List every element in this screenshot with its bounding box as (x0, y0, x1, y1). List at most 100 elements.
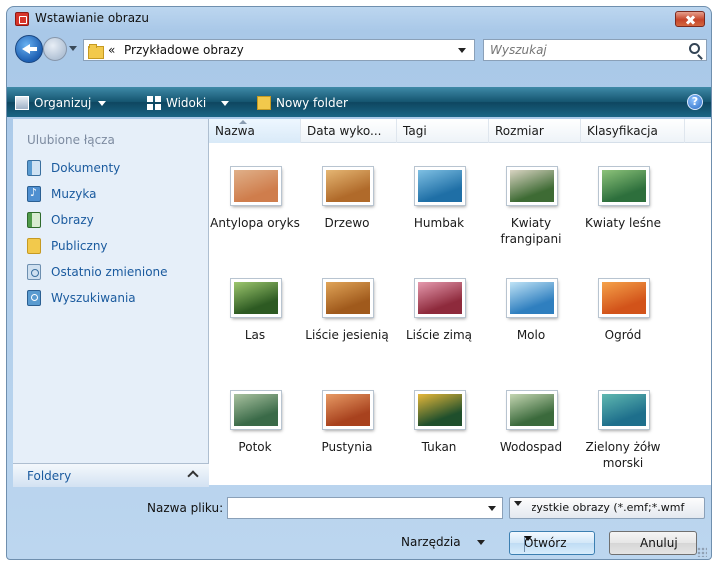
file-item[interactable]: Molo (485, 267, 577, 371)
pictures-icon (27, 212, 41, 228)
filename-label: Nazwa pliku: (147, 501, 224, 515)
nav-item-music[interactable]: Muzyka (27, 185, 96, 203)
navigation-pane: Ulubione łącza Dokumenty Muzyka Obrazy P… (13, 119, 209, 485)
file-name: Kwiaty leśne (585, 216, 661, 230)
file-item[interactable]: Drzewo (301, 155, 393, 259)
forward-button[interactable] (43, 37, 67, 61)
file-name: Pustynia (321, 440, 373, 454)
file-item[interactable]: Antylopa oryks (209, 155, 301, 259)
chevron-down-icon (476, 539, 485, 545)
nav-item-label: Obrazy (51, 213, 94, 227)
file-name: Molo (516, 328, 546, 342)
new-folder-button[interactable]: Nowy folder (257, 94, 348, 112)
nav-item-label: Wyszukiwania (51, 291, 136, 305)
column-header-size[interactable]: Rozmiar (489, 119, 581, 143)
help-icon[interactable]: ? (687, 94, 703, 110)
cancel-label: Anuluj (640, 536, 678, 550)
file-item[interactable]: Liście jesienią (301, 267, 393, 371)
documents-icon (27, 160, 41, 176)
nav-item-searches[interactable]: Wyszukiwania (27, 289, 136, 307)
new-folder-label: Nowy folder (276, 96, 348, 110)
address-dropdown-icon[interactable] (458, 48, 466, 53)
chevron-down-icon (514, 501, 522, 506)
column-header-date[interactable]: Data wyko... (301, 119, 397, 143)
file-item[interactable]: Pustynia (301, 379, 393, 483)
file-list: Nazwa Data wyko... Tagi Rozmiar Klasyfik… (209, 119, 711, 485)
nav-item-public[interactable]: Publiczny (27, 237, 108, 255)
image-thumbnail (323, 279, 373, 317)
cancel-button[interactable]: Anuluj (609, 531, 697, 555)
views-label: Widoki (166, 96, 207, 110)
image-thumbnail (507, 391, 557, 429)
file-item[interactable]: Zielony żółw morski (577, 379, 669, 483)
breadcrumb[interactable]: Przykładowe obrazy (124, 43, 244, 57)
file-item[interactable]: Tukan (393, 379, 485, 483)
nav-item-label: Muzyka (51, 187, 97, 201)
views-button[interactable]: Widoki (147, 94, 230, 112)
image-thumbnail (415, 391, 465, 429)
tools-button[interactable]: Narzędzia (401, 535, 485, 549)
organize-button[interactable]: Organizuj (15, 94, 107, 112)
views-icon (147, 96, 161, 110)
file-name: Zielony żółw morski (585, 440, 661, 470)
file-name: Antylopa oryks (210, 216, 300, 230)
image-thumbnail (507, 167, 557, 205)
app-icon (15, 12, 29, 26)
favorite-links-heading: Ulubione łącza (27, 133, 115, 147)
nav-item-recent[interactable]: Ostatnio zmienione (27, 263, 168, 281)
chevron-down-icon[interactable] (524, 536, 532, 541)
file-item[interactable]: Humbak (393, 155, 485, 259)
file-name: Potok (238, 440, 272, 454)
column-header-rating[interactable]: Klasyfikacja (581, 119, 685, 143)
nav-item-documents[interactable]: Dokumenty (27, 159, 120, 177)
history-dropdown-icon[interactable] (69, 46, 77, 51)
resize-grip-icon[interactable] (697, 547, 707, 557)
file-name: Humbak (413, 216, 465, 230)
file-item[interactable]: Potok (209, 379, 301, 483)
breadcrumb-overflow[interactable]: « (108, 43, 115, 57)
search-icon[interactable] (689, 43, 700, 54)
file-item[interactable]: Ogród (577, 267, 669, 371)
nav-item-pictures[interactable]: Obrazy (27, 211, 94, 229)
open-button[interactable]: Otwórz (509, 531, 595, 555)
image-thumbnail (599, 391, 649, 429)
close-button[interactable] (675, 11, 705, 27)
folders-label: Foldery (27, 469, 72, 483)
file-name: Kwiaty frangipani (500, 216, 562, 246)
image-thumbnail (415, 167, 465, 205)
address-bar[interactable]: « Przykładowe obrazy (83, 39, 475, 61)
image-thumbnail (323, 391, 373, 429)
file-item[interactable]: Kwiaty leśne (577, 155, 669, 259)
file-name: Wodospad (499, 440, 563, 454)
nav-item-label: Ostatnio zmienione (51, 265, 168, 279)
chevron-down-icon[interactable] (488, 506, 496, 511)
file-item[interactable]: Las (209, 267, 301, 371)
image-thumbnail (415, 279, 465, 317)
window-title: Wstawianie obrazu (35, 11, 149, 25)
file-type-value: Wszystkie obrazy (*.emf;*.wmf (514, 501, 685, 514)
filename-input[interactable] (228, 498, 502, 518)
address-row: « Przykładowe obrazy ⇅ (7, 31, 711, 67)
file-item[interactable]: Kwiaty frangipani (485, 155, 577, 259)
searches-icon (27, 290, 41, 306)
folder-icon (88, 43, 104, 59)
image-thumbnail (599, 167, 649, 205)
column-header-name[interactable]: Nazwa (209, 119, 301, 143)
filename-field[interactable] (227, 497, 503, 519)
column-header-tags[interactable]: Tagi (397, 119, 489, 143)
image-thumbnail (231, 279, 281, 317)
image-thumbnail (599, 279, 649, 317)
file-item[interactable]: Liście zimą (393, 267, 485, 371)
search-box[interactable] (483, 39, 707, 61)
file-type-select[interactable]: Wszystkie obrazy (*.emf;*.wmf (509, 497, 705, 519)
image-thumbnail (323, 167, 373, 205)
file-name: Tukan (421, 440, 457, 454)
file-name: Las (244, 328, 266, 342)
music-icon (27, 186, 41, 202)
back-button[interactable] (15, 35, 43, 63)
insert-picture-dialog: Wstawianie obrazu « Przykładowe obrazy ⇅… (6, 6, 712, 560)
search-input[interactable] (490, 42, 670, 58)
column-headers: Nazwa Data wyko... Tagi Rozmiar Klasyfik… (209, 119, 711, 143)
file-item[interactable]: Wodospad (485, 379, 577, 483)
folders-toggle[interactable]: Foldery (13, 463, 209, 487)
